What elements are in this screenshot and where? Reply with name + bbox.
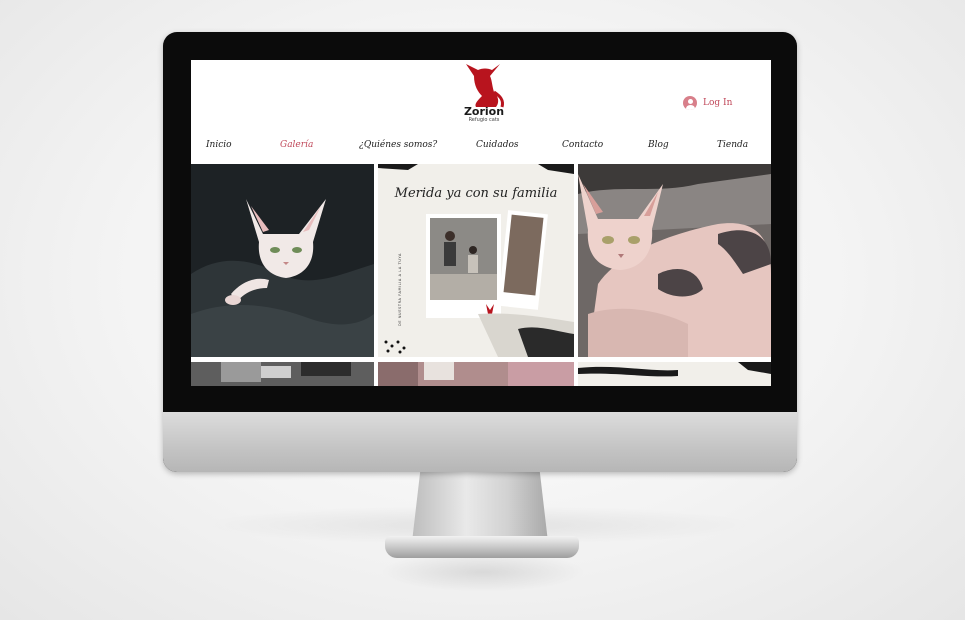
gallery-photo-6 xyxy=(578,362,771,386)
nav-item-quienes-somos[interactable]: ¿Quiénes somos? xyxy=(359,140,437,150)
user-avatar-icon xyxy=(683,96,697,110)
nav-item-blog[interactable]: Blog xyxy=(648,140,669,150)
login-label: Log In xyxy=(703,98,733,108)
nav-item-cuidados[interactable]: Cuidados xyxy=(476,140,519,150)
stand-shadow xyxy=(380,552,586,592)
gallery-photo-5 xyxy=(378,362,574,386)
poster-side-text: DE NUESTRA FAMILIA A LA TUYA xyxy=(398,253,402,326)
gallery-photo-4 xyxy=(191,362,374,386)
gallery-image-spotted-cat[interactable] xyxy=(578,164,771,357)
white-cat-photo xyxy=(191,164,374,357)
monitor-stand-neck xyxy=(412,472,548,542)
logo-subtitle: Refugio cats xyxy=(468,117,500,123)
website-screen: Zorion Refugio cats Log In Inicio Galerí… xyxy=(191,60,771,386)
site-header: Zorion Refugio cats Log In Inicio Galerí… xyxy=(191,60,771,160)
login-button[interactable]: Log In xyxy=(683,96,732,110)
main-nav: Inicio Galería ¿Quiénes somos? Cuidados … xyxy=(191,140,771,156)
gallery-image-4[interactable] xyxy=(191,362,374,386)
nav-item-contacto[interactable]: Contacto xyxy=(562,140,603,150)
photo-gallery: Merida ya con su familia DE NUESTRA FAMI… xyxy=(191,164,771,386)
gallery-image-5[interactable] xyxy=(378,362,574,386)
gallery-poster-merida[interactable]: Merida ya con su familia DE NUESTRA FAMI… xyxy=(378,164,574,357)
poster-title: Merida ya con su familia xyxy=(394,186,558,201)
monitor-stand-base xyxy=(385,536,579,558)
spotted-cat-photo xyxy=(578,164,771,357)
nav-item-tienda[interactable]: Tienda xyxy=(717,140,748,150)
logo-name: Zorion xyxy=(463,105,505,118)
gallery-image-white-cat[interactable] xyxy=(191,164,374,357)
gallery-image-6[interactable] xyxy=(578,362,771,386)
nav-item-inicio[interactable]: Inicio xyxy=(206,140,232,150)
nav-item-galeria[interactable]: Galería xyxy=(280,140,313,150)
site-logo[interactable]: Zorion Refugio cats xyxy=(454,62,514,130)
cat-logo-icon xyxy=(466,64,504,108)
monitor-chin xyxy=(163,412,797,472)
